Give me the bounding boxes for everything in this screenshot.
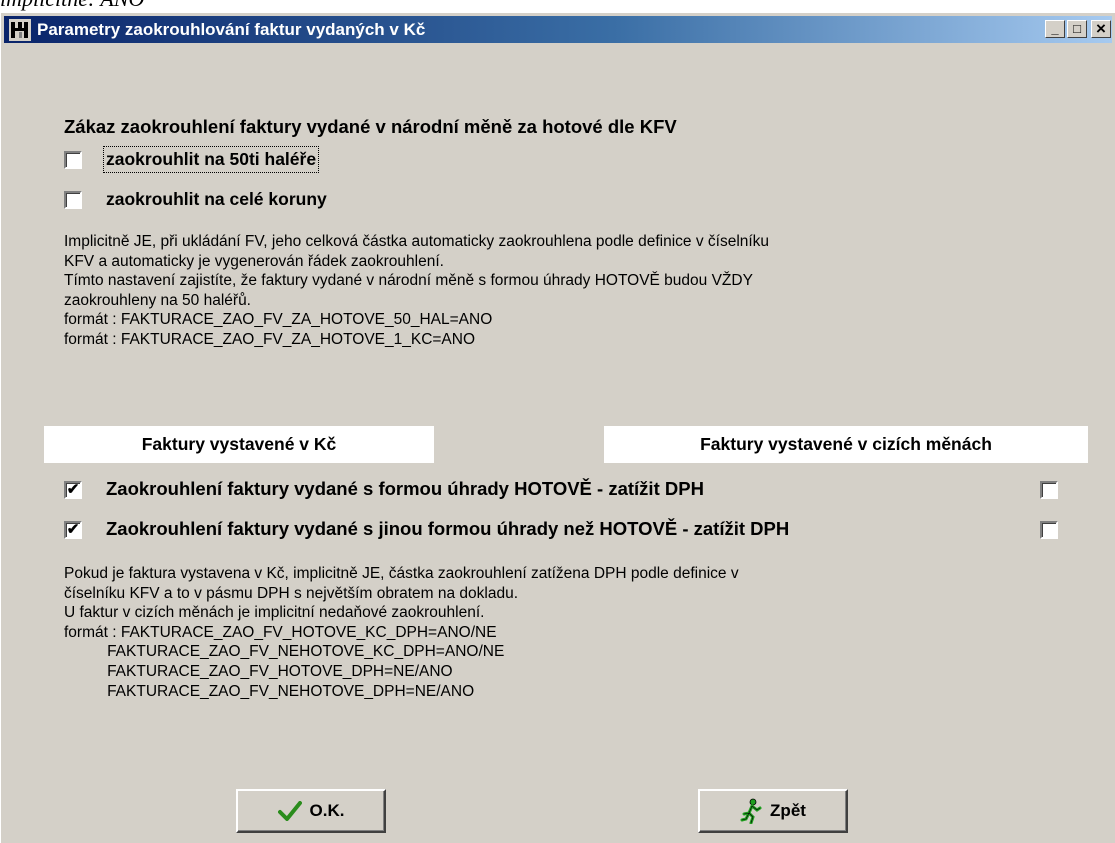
row-nehotove-label: Zaokrouhlení faktury vydané s jinou form… xyxy=(106,518,790,539)
title-bar[interactable]: Parametry zaokrouhlování faktur vydaných… xyxy=(4,16,1112,43)
dialog-window: Parametry zaokrouhlování faktur vydaných… xyxy=(0,12,1115,843)
maximize-button[interactable]: □ xyxy=(1067,20,1087,38)
back-button[interactable]: Zpět xyxy=(698,789,848,833)
row-hotove-label: Zaokrouhlení faktury vydané s formou úhr… xyxy=(106,478,704,499)
description-dph: Pokud je faktura vystavena v Kč, implici… xyxy=(64,565,739,700)
checkmark-icon xyxy=(277,801,302,821)
checkbox-nehotove-cizi-dph[interactable] xyxy=(1040,521,1058,539)
ok-button[interactable]: O.K. xyxy=(236,789,386,833)
checkbox-50-halere-label[interactable]: zaokrouhlit na 50ti haléře xyxy=(102,146,320,173)
minimize-button[interactable]: _ xyxy=(1045,20,1065,38)
column-header-kc: Faktury vystavené v Kč xyxy=(44,426,434,463)
checkbox-nehotove-kc-dph[interactable]: ✔ xyxy=(64,521,82,539)
back-button-label: Zpět xyxy=(770,801,806,820)
checkbox-50-halere[interactable] xyxy=(64,151,82,169)
checkbox-hotove-kc-dph[interactable]: ✔ xyxy=(64,481,82,499)
column-header-cizi-meny: Faktury vystavené v cizích měnách xyxy=(604,426,1088,463)
above-window-text: implicitně: ANO xyxy=(0,0,144,12)
checkbox-cele-koruny-label[interactable]: zaokrouhlit na celé koruny xyxy=(106,189,327,210)
checkbox-cele-koruny[interactable] xyxy=(64,191,82,209)
ok-button-label: O.K. xyxy=(309,801,345,820)
section-heading: Zákaz zaokrouhlení faktury vydané v náro… xyxy=(64,116,677,137)
description-rounding: Implicitně JE, při ukládání FV, jeho cel… xyxy=(64,233,770,348)
app-icon xyxy=(9,19,31,41)
checkbox-hotove-cizi-dph[interactable] xyxy=(1040,481,1058,499)
running-man-icon xyxy=(740,798,762,824)
window-title: Parametry zaokrouhlování faktur vydaných… xyxy=(37,20,426,39)
close-button[interactable]: × xyxy=(1091,20,1111,38)
